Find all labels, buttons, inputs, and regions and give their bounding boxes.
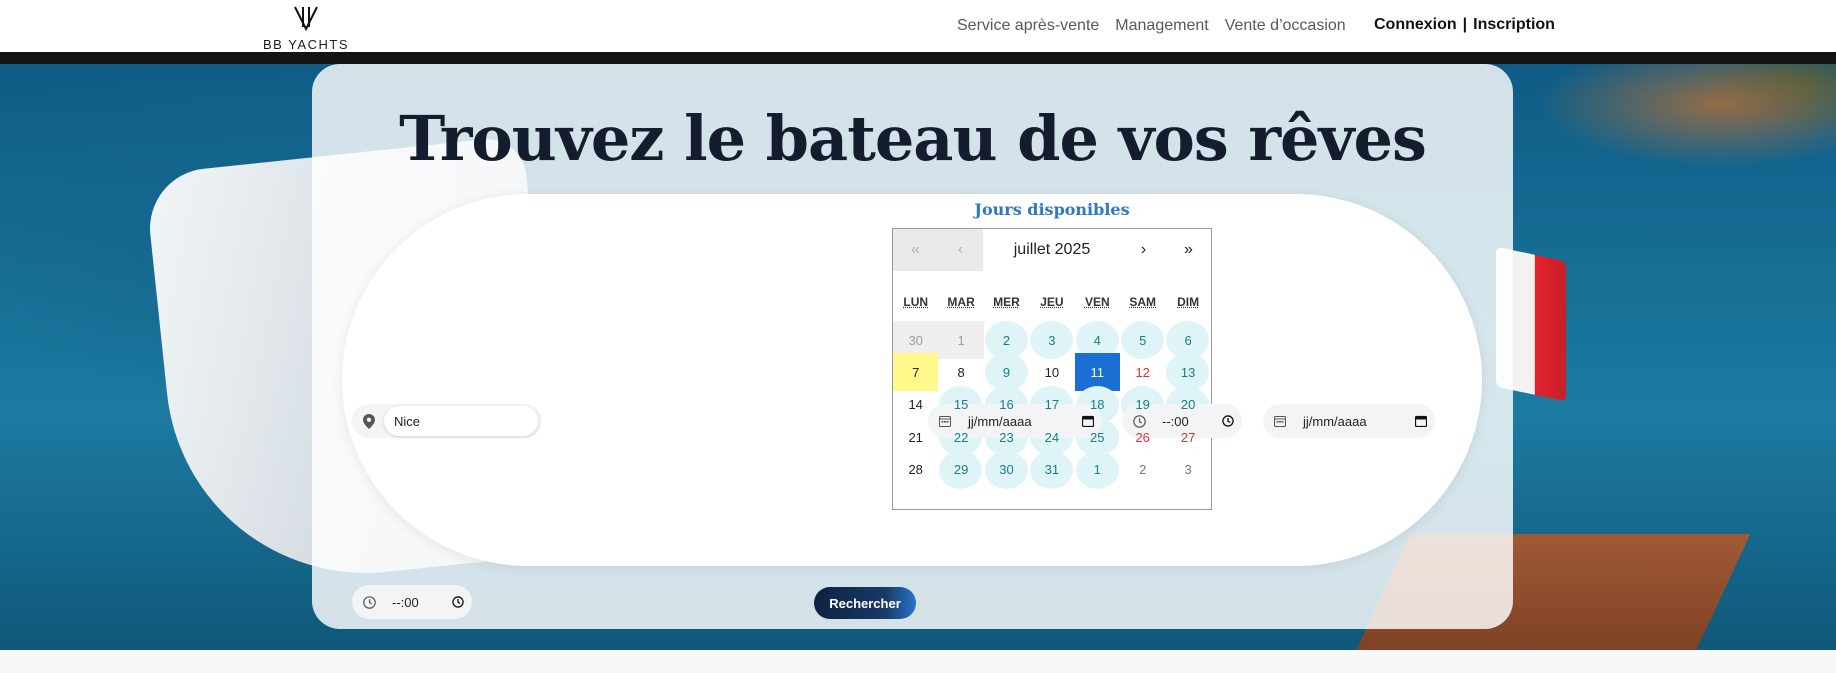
calendar-day-label: 2 [1002, 332, 1011, 348]
weekday-header: SAM [1129, 295, 1157, 309]
end-time-input[interactable]: --:00 [386, 595, 444, 610]
calendar-day-label: 11 [1090, 364, 1105, 380]
calendar-day-label: 20 [1180, 397, 1196, 413]
calendar-day-label: 8 [957, 364, 965, 380]
nav-management[interactable]: Management [1115, 17, 1208, 35]
calendar-day-label: 2 [1139, 462, 1147, 478]
site-header: BB YACHTS Service après-vente Management… [0, 0, 1836, 52]
calendar-day-label: 9 [1002, 364, 1011, 380]
calendar-day-label: 15 [953, 397, 969, 413]
search-button[interactable]: Rechercher [814, 587, 916, 619]
next-year-button[interactable]: » [1166, 229, 1211, 271]
calendar-day-label: 26 [1135, 429, 1150, 445]
logo-mark-icon [294, 6, 318, 31]
calendar-day-label: 30 [908, 332, 923, 348]
prev-month-button[interactable]: ‹ [938, 229, 983, 271]
calendar-day-label: 12 [1135, 364, 1150, 380]
weekday-header: LUN [903, 295, 929, 309]
auth-separator: | [1462, 16, 1468, 33]
weekday-header: VEN [1084, 295, 1110, 309]
main-nav: Service après-vente Management Vente d’o… [957, 17, 1346, 35]
calendar-day-label: 22 [953, 429, 969, 445]
calendar-day[interactable]: 29 [938, 450, 983, 489]
signup-link[interactable]: Inscription [1473, 16, 1555, 33]
calendar-icon [1263, 404, 1297, 438]
calendar-day-label: 24 [1044, 429, 1060, 445]
calendar-day-label: 21 [908, 429, 923, 445]
time-picker-icon[interactable] [1214, 415, 1242, 427]
calendar-day-label: 1 [957, 332, 965, 348]
calendar-day-label: 13 [1180, 364, 1196, 380]
weekday-header: MER [993, 295, 1020, 309]
calendar-day-label: 17 [1044, 397, 1060, 413]
calendar-navigation: « ‹ juillet 2025 › » [893, 229, 1211, 271]
date-picker-icon[interactable] [1407, 415, 1435, 427]
end-time-field[interactable]: --:00 [352, 585, 472, 619]
calendar-day-label: 27 [1180, 429, 1196, 445]
calendar-day-label: 6 [1184, 332, 1192, 348]
calendar-day-label: 19 [1135, 397, 1150, 413]
page-title: Trouvez le bateau de vos rêves [399, 102, 1427, 175]
start-date-input[interactable]: jj/mm/aaaa [962, 414, 1074, 429]
calendar-day-label: 18 [1090, 397, 1105, 413]
time-picker-icon[interactable] [444, 596, 472, 608]
calendar-day[interactable]: 28 [893, 451, 938, 489]
calendar-day-label: 3 [1184, 462, 1192, 478]
calendar-day-label: 25 [1090, 429, 1105, 445]
page-footer-strip [0, 650, 1836, 673]
end-date-field[interactable]: jj/mm/aaaa [1263, 404, 1435, 438]
calendar-day-label: 5 [1139, 332, 1147, 348]
calendar-day-label: 3 [1048, 332, 1056, 348]
calendar-day[interactable]: 2 [1120, 451, 1165, 489]
calendar-day-label: 28 [908, 462, 923, 478]
hero-background: Trouvez le bateau de vos rêves Nice Jour… [0, 64, 1836, 650]
calendar-month-label[interactable]: juillet 2025 [983, 229, 1121, 271]
calendar-day-label: 30 [999, 462, 1014, 478]
login-link[interactable]: Connexion [1374, 16, 1457, 33]
logo[interactable]: BB YACHTS [256, 5, 356, 52]
calendar-day-label: 29 [953, 462, 969, 478]
weekday-header: DIM [1177, 295, 1200, 309]
header-divider [0, 52, 1836, 64]
availability-calendar: « ‹ juillet 2025 › » LUN MAR MER JEU VEN SAM D… [892, 228, 1212, 510]
calendar-day-label: 31 [1044, 462, 1060, 478]
clock-icon [352, 585, 386, 619]
calendar-day[interactable]: 30 [984, 450, 1029, 489]
end-date-input[interactable]: jj/mm/aaaa [1297, 414, 1407, 429]
search-panel: Trouvez le bateau de vos rêves Nice Jour… [312, 64, 1513, 629]
calendar-day-label: 7 [912, 364, 920, 380]
start-time-input[interactable]: --:00 [1156, 414, 1214, 429]
location-field: Nice [352, 404, 542, 438]
calendar-day-label: 16 [999, 397, 1014, 413]
calendar-title: Jours disponibles [974, 200, 1130, 219]
weekday-header: JEU [1040, 295, 1064, 309]
map-pin-icon [352, 404, 386, 438]
weekday-header: MAR [947, 295, 975, 309]
auth-links: Connexion | Inscription [1374, 16, 1555, 34]
next-month-button[interactable]: › [1121, 229, 1166, 271]
nav-service[interactable]: Service après-vente [957, 17, 1099, 35]
calendar-day-label: 10 [1044, 364, 1060, 380]
calendar-day-label: 4 [1093, 332, 1101, 348]
calendar-day-label: 23 [999, 429, 1014, 445]
calendar-day-label: 14 [908, 397, 923, 413]
calendar-day[interactable]: 31 [1029, 450, 1074, 489]
location-input[interactable]: Nice [384, 406, 538, 436]
date-picker-icon[interactable] [1074, 415, 1102, 427]
calendar-day-label: 1 [1093, 462, 1101, 478]
logo-text: BB YACHTS [263, 37, 349, 52]
prev-year-button[interactable]: « [893, 229, 938, 271]
calendar-day[interactable]: 3 [1165, 451, 1210, 489]
nav-used-sales[interactable]: Vente d’occasion [1225, 17, 1346, 35]
calendar-day[interactable]: 1 [1075, 450, 1120, 489]
